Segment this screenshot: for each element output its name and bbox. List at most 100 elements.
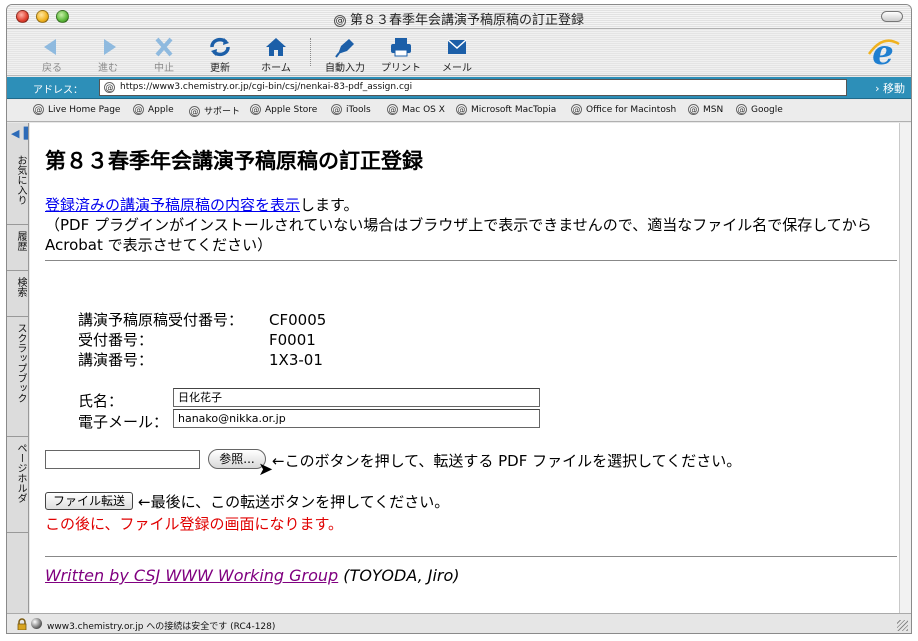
page-icon: @ (333, 15, 346, 27)
next-screen-notice: この後に、ファイル登録の画面になります。 (45, 515, 344, 533)
address-label: アドレス： (33, 85, 83, 96)
favorite-link[interactable]: @ iTools (331, 104, 371, 115)
favorite-link[interactable]: @ Apple Store (250, 104, 317, 115)
sidebar-tab-scrapbook[interactable]: スクラップブック (7, 317, 28, 437)
intro-paragraph: 登録済みの講演予稿原稿の内容を表示します。 （PDF プラグインがインストールさ… (45, 195, 900, 255)
favorite-label: サポート (204, 107, 241, 117)
refresh-icon (210, 37, 230, 57)
favorite-link[interactable]: @ Google (736, 104, 783, 115)
favorite-link[interactable]: @ Mac OS X (387, 104, 445, 115)
resize-grip-icon[interactable] (897, 620, 908, 631)
sidebar-tab-page-holder[interactable]: ページホルダ (7, 437, 28, 533)
favorite-page-icon: @ (189, 106, 200, 117)
toolbar-separator (310, 38, 311, 66)
favorite-label: iTools (346, 105, 371, 115)
stop-button[interactable]: 中止 (139, 33, 189, 74)
favorite-page-icon: @ (456, 104, 467, 115)
favorite-label: Apple Store (265, 105, 318, 115)
mail-button[interactable]: メール (432, 33, 482, 74)
favorite-page-icon: @ (250, 104, 261, 115)
lock-icon (17, 618, 27, 630)
favorite-label: Mac OS X (402, 105, 445, 115)
favorite-page-icon: @ (33, 104, 44, 115)
sidebar-tab-label: スクラップブック (15, 323, 26, 403)
favorite-link[interactable]: @ Office for Macintosh (571, 104, 676, 115)
status-bar: www3.chemistry.or.jp への接続は安全です (RC4-128) (7, 613, 911, 633)
sidebar-tab-label: 履歴 (15, 231, 26, 251)
go-button[interactable]: › 移動 (875, 80, 905, 96)
refresh-label: 更新 (210, 63, 230, 74)
back-label: 戻る (42, 63, 62, 74)
printer-icon (391, 38, 411, 57)
favorite-link[interactable]: @ MSN (688, 104, 723, 115)
back-button[interactable]: 戻る (27, 33, 77, 74)
mouse-pointer-icon: ➤ (258, 459, 274, 480)
registration-info: 講演予稿原稿受付番号： CF0005 受付番号： F0001 講演番号： 1X3-01 (78, 309, 326, 369)
info-row-receipt-number: 受付番号： F0001 (78, 329, 326, 349)
transfer-instruction: ←最後に、この転送ボタンを押してください。 (138, 493, 450, 511)
info-label: 講演予稿原稿受付番号： (78, 311, 244, 329)
name-field[interactable]: 日化花子 (173, 388, 540, 407)
stop-label: 中止 (154, 63, 174, 74)
forward-arrow-icon (104, 39, 116, 55)
sidebar-toggle-icon[interactable]: ◀▐ (11, 127, 28, 141)
vertical-scrollbar[interactable] (899, 123, 911, 613)
sidebar-tab-search[interactable]: 検索 (7, 271, 28, 317)
refresh-button[interactable]: 更新 (195, 33, 245, 74)
browser-window: @ 第８３春季年会講演予稿原稿の訂正登録 戻る 進む 中止 更新 ホーム 自動入力 (6, 4, 912, 634)
forward-button[interactable]: 進む (83, 33, 133, 74)
autofill-label: 自動入力 (325, 63, 365, 74)
toolbar: 戻る 進む 中止 更新 ホーム 自動入力 プリント メール e (7, 30, 911, 76)
email-label: 電子メール： (78, 413, 169, 431)
status-text: www3.chemistry.or.jp への接続は安全です (RC4-128) (47, 622, 276, 632)
info-label: 受付番号： (78, 331, 154, 349)
mail-label: メール (442, 63, 472, 74)
autofill-pen-icon (335, 39, 354, 58)
url-page-icon: @ (104, 82, 115, 93)
working-group-link[interactable]: Written by CSJ WWW Working Group (45, 566, 338, 585)
file-transfer-button[interactable]: ファイル転送 (45, 492, 133, 510)
favorite-label: Microsoft MacTopia (471, 105, 557, 115)
explorer-sidebar: ◀▐ お気に入り 履歴 検索 スクラップブック ページホルダ (7, 123, 29, 613)
info-row-presentation-number: 講演番号： 1X3-01 (78, 349, 326, 369)
print-label: プリント (381, 63, 421, 74)
email-field[interactable]: hanako@nikka.or.jp (173, 409, 540, 428)
favorite-link[interactable]: @ Microsoft MacTopia (456, 104, 556, 115)
print-button[interactable]: プリント (376, 33, 426, 74)
file-path-input[interactable] (45, 450, 200, 469)
svg-text:e: e (872, 34, 894, 70)
favorite-link[interactable]: @ Apple (133, 104, 174, 115)
divider (45, 556, 897, 557)
favorite-page-icon: @ (331, 104, 342, 115)
sidebar-tab-history[interactable]: 履歴 (7, 225, 28, 271)
forward-label: 進む (98, 63, 118, 74)
favorite-link[interactable]: @ Live Home Page (33, 104, 120, 115)
favorites-bar: @ Live Home Page @ Apple @ サポート @ Apple Stor… (7, 100, 911, 122)
view-manuscript-link[interactable]: 登録済みの講演予稿原稿の内容を表示 (45, 196, 300, 214)
title-bar[interactable]: @ 第８３春季年会講演予稿原稿の訂正登録 (7, 5, 911, 29)
sidebar-tab-label: 検索 (15, 277, 26, 297)
internet-explorer-logo-icon: e (867, 34, 900, 70)
address-bar: アドレス： @ https://www3.chemistry.or.jp/cgi-… (7, 77, 911, 99)
favorite-label: Google (751, 105, 783, 115)
window-title: @ 第８３春季年会講演予稿原稿の訂正登録 (7, 9, 911, 28)
address-input[interactable]: @ https://www3.chemistry.or.jp/cgi-bin/cs… (99, 79, 847, 96)
autofill-button[interactable]: 自動入力 (320, 33, 370, 74)
footer: Written by CSJ WWW Working Group (TOYODA… (45, 566, 460, 585)
info-value: F0001 (269, 331, 316, 349)
toolbar-toggle-button[interactable] (881, 11, 903, 22)
favorite-page-icon: @ (688, 104, 699, 115)
globe-icon (31, 618, 42, 629)
sidebar-tab-favorites[interactable]: お気に入り (7, 149, 28, 225)
favorite-label: Apple (148, 105, 174, 115)
home-button[interactable]: ホーム (251, 33, 301, 74)
home-icon (266, 38, 286, 56)
info-label: 講演番号： (78, 351, 154, 369)
favorite-page-icon: @ (736, 104, 747, 115)
address-url: https://www3.chemistry.or.jp/cgi-bin/csj… (120, 82, 413, 92)
mail-envelope-icon (447, 39, 467, 54)
favorite-label: Live Home Page (48, 105, 121, 115)
divider (45, 260, 897, 261)
window-title-text: 第８３春季年会講演予稿原稿の訂正登録 (349, 13, 584, 28)
favorite-link[interactable]: @ サポート (189, 104, 240, 117)
